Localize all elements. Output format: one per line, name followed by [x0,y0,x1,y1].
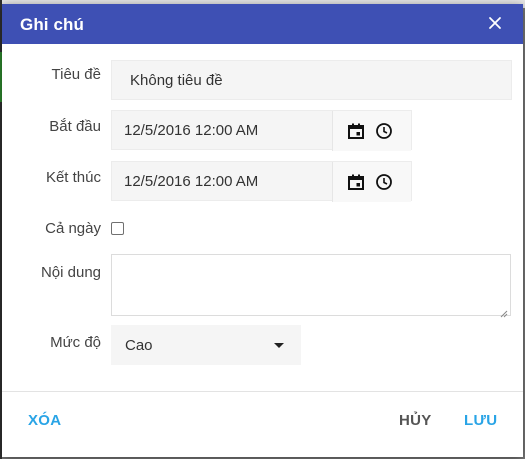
priority-value: Cao [125,337,153,354]
save-button[interactable]: LƯU [464,412,497,429]
end-label: Kết thúc [45,169,101,186]
cancel-button[interactable]: HỦY [399,412,432,429]
start-datetime-value: 12/5/2016 12:00 AM [124,122,259,139]
note-dialog: Ghi chú Tiêu đề Không tiêu đề Bắt đầu 12… [2,4,523,457]
clock-icon[interactable] [375,122,393,140]
dialog-header: Ghi chú [2,4,523,44]
priority-select[interactable]: Cao [111,325,301,365]
end-datetime-value: 12/5/2016 12:00 AM [124,173,259,190]
resize-grip-icon[interactable] [500,305,508,318]
all-day-label: Cả ngày [45,220,101,237]
calendar-icon[interactable] [347,122,365,140]
start-datetime-field[interactable]: 12/5/2016 12:00 AM [111,110,412,151]
title-label: Tiêu đề [51,66,101,83]
dialog-title: Ghi chú [20,15,84,34]
end-datetime-buttons [332,162,411,202]
priority-label: Mức độ [50,334,101,351]
delete-button[interactable]: XÓA [28,412,61,429]
calendar-icon[interactable] [347,173,365,191]
footer-divider [2,391,523,392]
chevron-down-icon [274,343,284,348]
content-textarea[interactable] [111,254,511,318]
content-label: Nội dung [40,264,101,281]
start-label: Bắt đầu [49,118,101,135]
end-datetime-field[interactable]: 12/5/2016 12:00 AM [111,161,412,202]
title-input[interactable]: Không tiêu đề [111,60,512,100]
close-icon[interactable] [485,13,505,33]
start-datetime-buttons [332,111,411,151]
all-day-checkbox[interactable] [111,222,124,235]
clock-icon[interactable] [375,173,393,191]
